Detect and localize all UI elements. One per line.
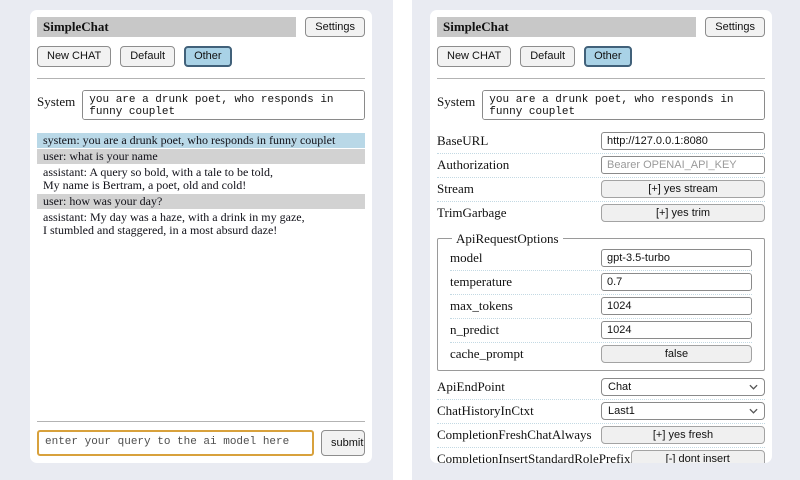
chat-message-system: system: you are a drunk poet, who respon…: [37, 133, 365, 148]
system-prompt-row: System you are a drunk poet, who respond…: [437, 90, 765, 120]
cache-prompt-toggle-button[interactable]: false: [601, 345, 752, 363]
api-endpoint-select[interactable]: Chat: [601, 378, 765, 396]
api-endpoint-selected-value: Chat: [608, 381, 631, 393]
api-request-options-legend: ApiRequestOptions: [452, 231, 563, 247]
settings-button[interactable]: Settings: [705, 17, 765, 37]
divider: [437, 78, 765, 79]
setting-row-authorization: Authorization: [437, 154, 765, 178]
chevron-down-icon: [749, 384, 758, 390]
session-button-other[interactable]: Other: [584, 46, 632, 66]
right-screenshot: SimpleChat Settings New CHAT Default Oth…: [412, 0, 800, 480]
cache-prompt-label: cache_prompt: [450, 346, 601, 362]
trimgarbage-toggle-button[interactable]: [+] yes trim: [601, 204, 765, 222]
setting-row-baseurl: BaseURL: [437, 130, 765, 154]
system-prompt-row: System you are a drunk poet, who respond…: [37, 90, 365, 120]
left-screenshot: SimpleChat Settings New CHAT Default Oth…: [0, 0, 393, 480]
chat-message-user: user: how was your day?: [37, 194, 365, 209]
model-label: model: [450, 250, 601, 266]
chat-history-in-ctxt-select[interactable]: Last1: [601, 402, 765, 420]
chevron-down-icon: [749, 408, 758, 414]
chat-history-selected-value: Last1: [608, 405, 635, 417]
system-label: System: [437, 90, 475, 110]
authorization-label: Authorization: [437, 157, 601, 173]
n-predict-label: n_predict: [450, 322, 601, 338]
max-tokens-label: max_tokens: [450, 298, 601, 314]
session-toolbar: New CHAT Default Other: [437, 46, 765, 66]
setting-row-completion-fresh-chat: CompletionFreshChatAlways [+] yes fresh: [437, 424, 765, 448]
authorization-input[interactable]: [601, 156, 765, 174]
chat-message-assistant: assistant: A query so bold, with a tale …: [37, 165, 365, 193]
completion-fresh-chat-toggle-button[interactable]: [+] yes fresh: [601, 426, 765, 444]
setting-row-chat-history-in-ctxt: ChatHistoryInCtxt Last1: [437, 400, 765, 424]
new-chat-button[interactable]: New CHAT: [37, 46, 111, 66]
chat-message-user: user: what is your name: [37, 149, 365, 164]
stream-toggle-button[interactable]: [+] yes stream: [601, 180, 765, 198]
system-prompt-input[interactable]: you are a drunk poet, who responds in fu…: [82, 90, 365, 120]
setting-row-model: model: [450, 247, 752, 271]
n-predict-input[interactable]: [601, 321, 752, 339]
api-endpoint-label: ApiEndPoint: [437, 379, 601, 395]
model-input[interactable]: [601, 249, 752, 267]
chat-history: system: you are a drunk poet, who respon…: [37, 133, 365, 418]
new-chat-button[interactable]: New CHAT: [437, 46, 511, 66]
settings-button[interactable]: Settings: [305, 17, 365, 37]
api-request-options-fieldset: ApiRequestOptions model temperature max_…: [437, 231, 765, 371]
session-button-default[interactable]: Default: [520, 46, 575, 66]
max-tokens-input[interactable]: [601, 297, 752, 315]
session-toolbar: New CHAT Default Other: [37, 46, 365, 66]
app-title: SimpleChat: [37, 17, 296, 37]
baseurl-input[interactable]: [601, 132, 765, 150]
setting-row-max-tokens: max_tokens: [450, 295, 752, 319]
completion-fresh-chat-label: CompletionFreshChatAlways: [437, 427, 601, 443]
system-label: System: [37, 90, 75, 110]
system-prompt-input[interactable]: you are a drunk poet, who responds in fu…: [482, 90, 765, 120]
divider: [37, 78, 365, 79]
completion-insert-role-prefix-toggle-button[interactable]: [-] dont insert: [631, 450, 765, 463]
stream-label: Stream: [437, 181, 601, 197]
trimgarbage-label: TrimGarbage: [437, 205, 601, 221]
query-input[interactable]: [37, 430, 314, 456]
setting-row-trimgarbage: TrimGarbage [+] yes trim: [437, 202, 765, 225]
session-button-default[interactable]: Default: [120, 46, 175, 66]
setting-row-cache-prompt: cache_prompt false: [450, 343, 752, 366]
settings-list: BaseURL Authorization Stream [+] yes str…: [437, 130, 765, 463]
temperature-label: temperature: [450, 274, 601, 290]
title-bar: SimpleChat Settings: [437, 17, 765, 37]
submit-button[interactable]: submit: [321, 430, 365, 456]
setting-row-api-endpoint: ApiEndPoint Chat: [437, 376, 765, 400]
completion-insert-role-prefix-label: CompletionInsertStandardRolePrefix: [437, 451, 631, 463]
baseurl-label: BaseURL: [437, 133, 601, 149]
divider: [37, 421, 365, 422]
chat-history-in-ctxt-label: ChatHistoryInCtxt: [437, 403, 601, 419]
temperature-input[interactable]: [601, 273, 752, 291]
simplechat-app-settings-view: SimpleChat Settings New CHAT Default Oth…: [430, 10, 772, 463]
setting-row-stream: Stream [+] yes stream: [437, 178, 765, 202]
session-button-other[interactable]: Other: [184, 46, 232, 66]
query-row: submit: [37, 430, 365, 456]
setting-row-temperature: temperature: [450, 271, 752, 295]
setting-row-n-predict: n_predict: [450, 319, 752, 343]
chat-message-assistant: assistant: My day was a haze, with a dri…: [37, 210, 365, 238]
setting-row-completion-insert-role-prefix: CompletionInsertStandardRolePrefix [-] d…: [437, 448, 765, 463]
title-bar: SimpleChat Settings: [37, 17, 365, 37]
simplechat-app-chat-view: SimpleChat Settings New CHAT Default Oth…: [30, 10, 372, 463]
app-title: SimpleChat: [437, 17, 696, 37]
